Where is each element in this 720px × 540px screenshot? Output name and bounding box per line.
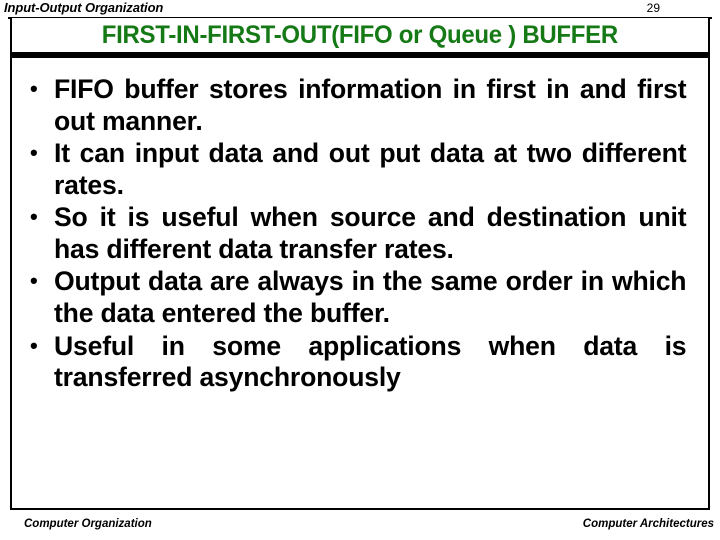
list-item: It can input data and out put data at tw… — [24, 138, 696, 201]
list-item: Useful in some applications when data is… — [24, 331, 696, 394]
slide-content-box: FIFO buffer stores information in first … — [10, 58, 710, 510]
slide-title: FIRST-IN-FIRST-OUT(FIFO or Queue ) BUFFE… — [101, 20, 619, 49]
bullet-text: FIFO buffer stores information in first … — [54, 74, 687, 136]
slide-footer: Computer Organization Computer Architect… — [0, 518, 720, 540]
footer-left-label: Computer Organization — [24, 518, 152, 530]
footer-right-label: Computer Architectures — [582, 518, 714, 530]
bullet-text: So it is useful when source and destinat… — [54, 202, 687, 264]
bullet-text: Output data are always in the same order… — [54, 266, 687, 329]
bullet-list: FIFO buffer stores information in first … — [24, 74, 696, 394]
list-item: FIFO buffer stores information in first … — [24, 74, 696, 137]
slide-header: Input-Output Organization 29 — [0, 0, 720, 19]
bullet-text: Useful in some applications when data is… — [54, 330, 687, 393]
list-item: So it is useful when source and destinat… — [24, 202, 696, 265]
list-item: Output data are always in the same order… — [24, 266, 696, 329]
bullet-text: It can input data and out put data at tw… — [54, 138, 687, 200]
slide-title-box: FIRST-IN-FIRST-OUT(FIFO or Queue ) BUFFE… — [10, 18, 710, 52]
page-number: 29 — [646, 1, 660, 15]
